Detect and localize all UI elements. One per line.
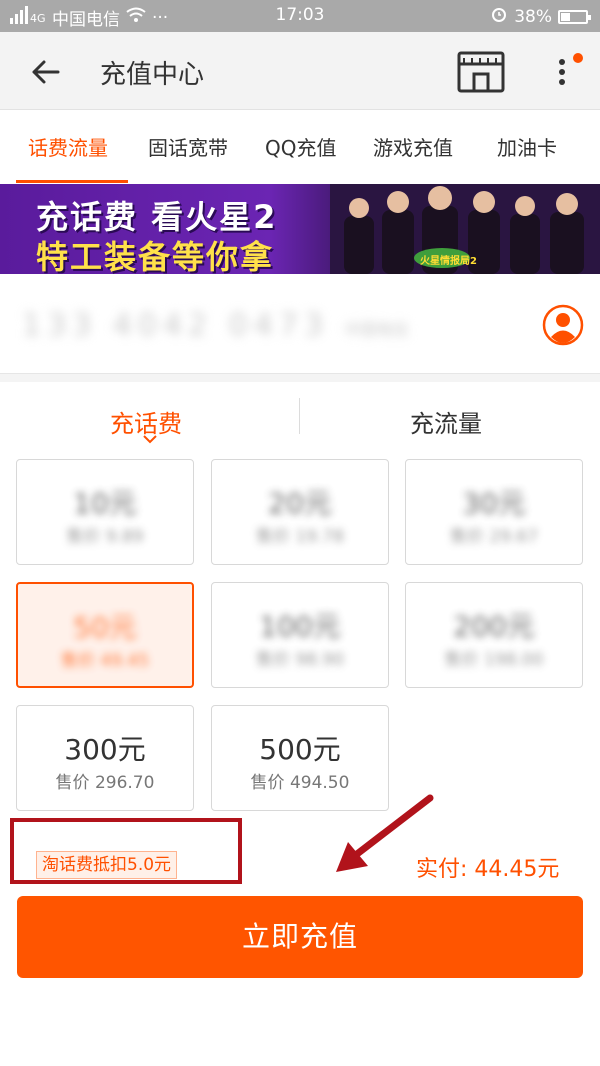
title-bar: 充值中心: [0, 32, 600, 110]
denomination-price: 售价 296.70: [55, 773, 155, 793]
more-vertical-icon: [559, 53, 583, 85]
back-button[interactable]: [28, 54, 64, 90]
denomination-amount: 10元: [73, 487, 137, 520]
phone-number-input[interactable]: 133 4042 0473 中国电信: [22, 308, 409, 343]
banner-subheadline: 特工装备等你拿: [36, 238, 275, 274]
notification-dot: [573, 53, 583, 63]
denomination-amount: 200元: [453, 610, 535, 643]
denomination-card-200[interactable]: 200元 售价 198.00: [405, 582, 583, 688]
contacts-button[interactable]: [542, 304, 584, 346]
more-menu-button[interactable]: [552, 52, 588, 92]
denomination-price: 售价 19.78: [255, 527, 345, 547]
contact-person-icon: [542, 304, 584, 346]
active-tab-indicator: [16, 180, 128, 183]
denomination-card-10[interactable]: 10元 售价 9.89: [16, 459, 194, 565]
recharge-now-button[interactable]: 立即充值: [17, 896, 583, 978]
denomination-amount: 30元: [462, 487, 526, 520]
tab-qq-recharge[interactable]: QQ充值: [265, 132, 336, 161]
status-bar: 4G 中国电信 ··· 17:03 38%: [0, 0, 600, 32]
banner-badge: 火星情报局2: [420, 254, 477, 267]
denomination-card-30[interactable]: 30元 售价 29.67: [405, 459, 583, 565]
recharge-center-screen: 4G 中国电信 ··· 17:03 38% 充值中心 话费流量 固话宽带 QQ充…: [0, 0, 600, 1066]
recharge-type-tabs: 充话费 充流量: [0, 382, 600, 452]
tab-fuel-card[interactable]: 加油卡: [497, 132, 557, 161]
tab-game-recharge[interactable]: 游戏充值: [373, 132, 453, 161]
phone-number-row[interactable]: 133 4042 0473 中国电信: [0, 274, 600, 374]
denomination-price: 售价 49.45: [60, 651, 150, 671]
denomination-card-50-selected[interactable]: 50元 售价 49.45: [16, 582, 194, 688]
denomination-card-100[interactable]: 100元 售价 98.90: [211, 582, 389, 688]
alarm-icon: [490, 5, 508, 28]
tab-divider: [299, 398, 300, 434]
denomination-price: 售价 198.00: [444, 650, 544, 670]
battery-icon: [558, 9, 591, 24]
battery-percent: 38%: [514, 6, 552, 27]
denomination-price: 售价 9.89: [66, 527, 144, 547]
store-button[interactable]: [456, 50, 506, 94]
denomination-card-20[interactable]: 20元 售价 19.78: [211, 459, 389, 565]
credit-deduction-badge[interactable]: 淘话费抵扣5.0元: [36, 851, 178, 879]
tab-phone-data[interactable]: 话费流量: [28, 132, 108, 161]
denomination-amount: 300元: [64, 733, 146, 766]
store-icon: [457, 51, 505, 93]
denomination-amount: 100元: [259, 610, 341, 643]
phone-number-value: 133 4042 0473: [22, 308, 330, 343]
phone-carrier-hint: 中国电信: [344, 320, 409, 339]
denomination-amount: 500元: [259, 733, 341, 766]
denomination-price: 售价 29.67: [449, 527, 539, 547]
denomination-card-300[interactable]: 300元 售价 296.70: [16, 705, 194, 811]
actual-payment-amount: 实付: 44.45元: [416, 857, 560, 882]
promo-banner[interactable]: 充话费 看火星2 特工装备等你拿 火星情报局2: [0, 184, 600, 274]
back-arrow-icon: [32, 60, 60, 84]
tab-charge-data[interactable]: 充流量: [410, 404, 482, 439]
denomination-amount: 50元: [73, 611, 137, 644]
denomination-price: 售价 98.90: [255, 650, 345, 670]
section-separator: [0, 374, 600, 382]
denomination-amount: 20元: [268, 487, 332, 520]
banner-cast-image: 火星情报局2: [330, 184, 600, 274]
chevron-down-icon: [143, 435, 157, 444]
category-tabs: 话费流量 固话宽带 QQ充值 游戏充值 加油卡: [0, 110, 600, 183]
page-title: 充值中心: [100, 60, 205, 90]
tab-landline-broadband[interactable]: 固话宽带: [148, 132, 228, 161]
